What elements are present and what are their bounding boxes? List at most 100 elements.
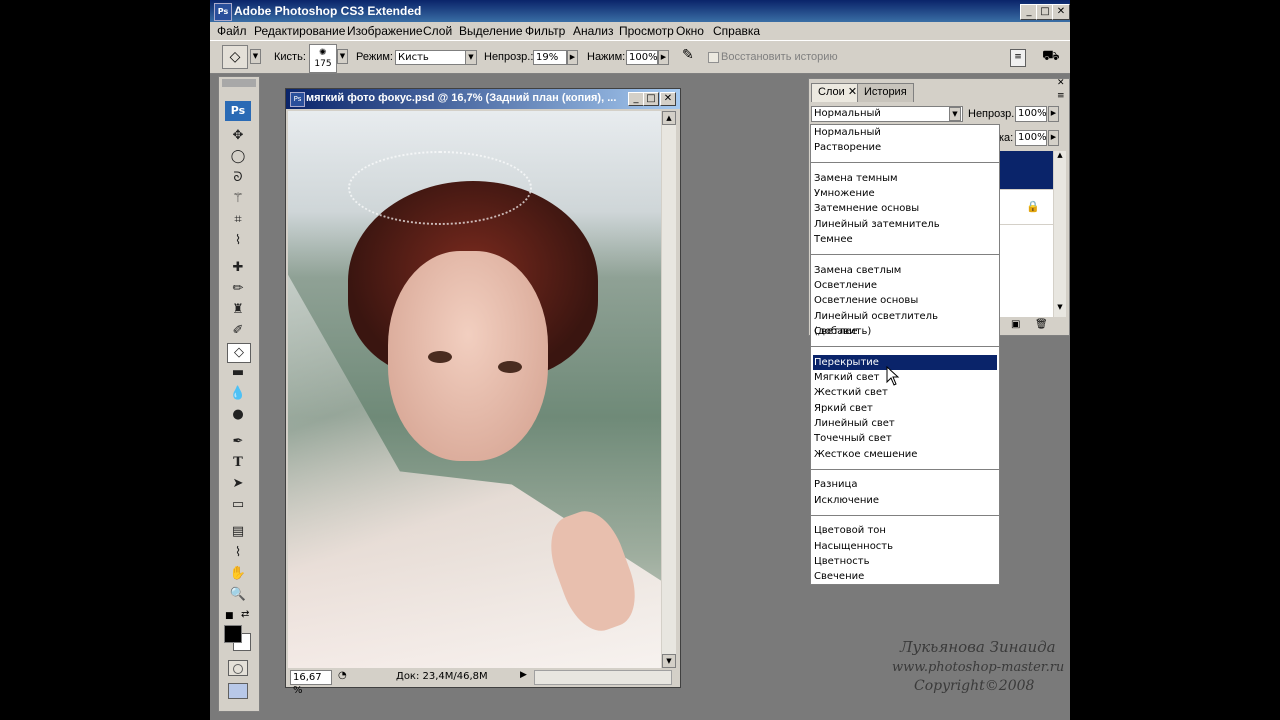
eraser-tool-preset-icon[interactable]: ◇ [222, 45, 248, 69]
foreground-color-swatch[interactable] [224, 625, 242, 643]
menu-window[interactable]: Окно [676, 24, 704, 38]
document-title-bar[interactable]: Ps мягкий фото фокус.psd @ 16,7% (Задний… [286, 89, 680, 109]
blend-option[interactable]: Жесткий свет [813, 385, 997, 400]
blend-option[interactable]: Замена светлым [813, 263, 997, 278]
blend-option[interactable]: Цветовой тон [813, 523, 997, 538]
blend-option[interactable]: Осветление [813, 278, 997, 293]
status-menu-icon[interactable]: ◔ [338, 670, 347, 681]
tool-preset-dropdown-icon[interactable]: ▼ [250, 49, 261, 64]
blend-option[interactable]: Линейный свет [813, 416, 997, 431]
blend-option[interactable]: Растворение [813, 140, 997, 155]
blend-option[interactable]: Цветность [813, 554, 997, 569]
menu-view[interactable]: Просмотр [619, 24, 674, 38]
panel-close-icon[interactable]: ✕ [1057, 78, 1065, 88]
photo-canvas[interactable] [288, 111, 661, 668]
trash-icon[interactable]: 🗑 [1035, 319, 1048, 330]
layers-scrollbar[interactable]: ▲ ▼ [1054, 151, 1066, 317]
layer-opacity-arrow-icon[interactable]: ▶ [1048, 106, 1059, 122]
blend-option[interactable]: Свечение [813, 569, 997, 584]
fill-field[interactable]: 100% [1015, 130, 1047, 146]
crop-icon[interactable]: ⌗ [227, 211, 249, 229]
ellipse-marquee-icon[interactable]: ◯ [227, 148, 249, 166]
lasso-icon[interactable]: ᘐ [227, 169, 249, 187]
blur-icon[interactable]: 💧 [227, 385, 249, 403]
blend-option[interactable]: Замена темным [813, 171, 997, 186]
hand-icon[interactable]: ✋ [227, 565, 249, 583]
mode-dropdown-icon[interactable]: ▼ [465, 50, 477, 65]
opacity-field[interactable]: 19% [533, 50, 567, 65]
blend-option[interactable]: Осветление основы [813, 293, 997, 308]
menu-file[interactable]: Файл [217, 24, 247, 38]
color-sampler-icon[interactable]: ⌇ [227, 544, 249, 562]
blend-option[interactable]: Затемнение основы [813, 201, 997, 216]
document-vertical-scrollbar[interactable]: ▲ ▼ [662, 111, 676, 668]
path-select-icon[interactable]: ➤ [227, 475, 249, 493]
blend-option[interactable]: Насыщенность [813, 539, 997, 554]
new-layer-icon[interactable]: ▣ [1011, 319, 1020, 330]
eyedropper-icon[interactable]: ⌇ [227, 232, 249, 250]
tab-history[interactable]: История [857, 83, 914, 102]
scroll-up-icon[interactable]: ▲ [662, 111, 676, 125]
menu-image[interactable]: Изображение [347, 24, 423, 38]
swap-colors-icon[interactable]: ⇄ [241, 609, 249, 620]
blend-option[interactable]: Мягкий свет [813, 370, 997, 385]
quick-mask-icon[interactable] [228, 660, 248, 676]
blend-option[interactable]: Светлее [813, 324, 997, 339]
rectangle-icon[interactable]: ▭ [227, 496, 249, 514]
blend-option[interactable]: Темнее [813, 232, 997, 247]
menu-analysis[interactable]: Анализ [573, 24, 614, 38]
menu-edit[interactable]: Редактирование [254, 24, 345, 38]
panel-menu-icon[interactable]: ≡ [1057, 91, 1065, 101]
zoom-field[interactable]: 16,67 % [290, 670, 332, 696]
brush-icon[interactable]: ✏ [227, 280, 249, 298]
blend-option[interactable]: Линейный затемнитель [813, 217, 997, 232]
opacity-slider-arrow-icon[interactable]: ▶ [567, 50, 578, 65]
screen-mode-icon[interactable] [228, 683, 248, 699]
blend-mode-dropdown-icon[interactable]: ▼ [949, 107, 961, 121]
pen-icon[interactable]: ✒ [227, 433, 249, 451]
blend-mode-select[interactable]: Нормальный [811, 106, 963, 122]
horizontal-scrollbar[interactable] [534, 670, 672, 685]
healing-brush-icon[interactable]: ✚ [227, 259, 249, 277]
dodge-icon[interactable]: ● [227, 406, 249, 424]
layers-scroll-down-icon[interactable]: ▼ [1054, 303, 1066, 315]
move-icon[interactable]: ✥ [227, 127, 249, 145]
menu-layer[interactable]: Слой [423, 24, 452, 38]
eraser-icon[interactable]: ◇ [227, 343, 251, 363]
doc-maximize-button[interactable]: □ [643, 92, 659, 106]
doc-minimize-button[interactable]: _ [628, 92, 644, 106]
scroll-down-icon[interactable]: ▼ [662, 654, 676, 668]
doc-close-button[interactable]: ✕ [660, 92, 676, 106]
palette-well-icon[interactable]: ≡ [1010, 49, 1026, 67]
zoom-icon[interactable]: 🔍 [227, 586, 249, 604]
menu-filter[interactable]: Фильтр [525, 24, 565, 38]
fill-arrow-icon[interactable]: ▶ [1048, 130, 1059, 146]
tab-close-icon[interactable]: ✕ [848, 86, 857, 98]
type-icon[interactable]: T [227, 454, 249, 472]
layers-scroll-up-icon[interactable]: ▲ [1054, 151, 1066, 163]
blend-option[interactable]: Яркий свет [813, 401, 997, 416]
clone-stamp-icon[interactable]: ♜ [227, 301, 249, 319]
blend-option[interactable]: Линейный осветлитель (добавить) [813, 309, 997, 337]
blend-option[interactable]: Нормальный [813, 125, 997, 140]
blend-option[interactable]: Умножение [813, 186, 997, 201]
pressure-field[interactable]: 100% [626, 50, 658, 65]
history-brush-icon[interactable]: ✐ [227, 322, 249, 340]
default-colors-icon[interactable]: ■ [225, 611, 234, 621]
menu-select[interactable]: Выделение [459, 24, 523, 38]
blend-option[interactable]: Жесткое смешение [813, 447, 997, 462]
blend-option[interactable]: Разница [813, 477, 997, 492]
blend-option[interactable]: Исключение [813, 493, 997, 508]
notes-icon[interactable]: ▤ [227, 523, 249, 541]
blend-option-selected[interactable]: Перекрытие [813, 355, 997, 370]
workspace-icon[interactable]: ⛟ [1042, 48, 1060, 66]
status-arrow-icon[interactable]: ▶ [520, 670, 527, 680]
brush-picker[interactable]: ✺ 175 [309, 44, 337, 73]
tools-grip[interactable] [222, 79, 256, 87]
airbrush-icon[interactable]: ✎ [682, 47, 694, 63]
magic-wand-icon[interactable]: ⚚ [227, 190, 249, 208]
pressure-slider-arrow-icon[interactable]: ▶ [658, 50, 669, 65]
blend-option[interactable]: Точечный свет [813, 431, 997, 446]
menu-help[interactable]: Справка [713, 24, 760, 38]
photoshop-logo-icon[interactable]: Ps [225, 101, 251, 121]
